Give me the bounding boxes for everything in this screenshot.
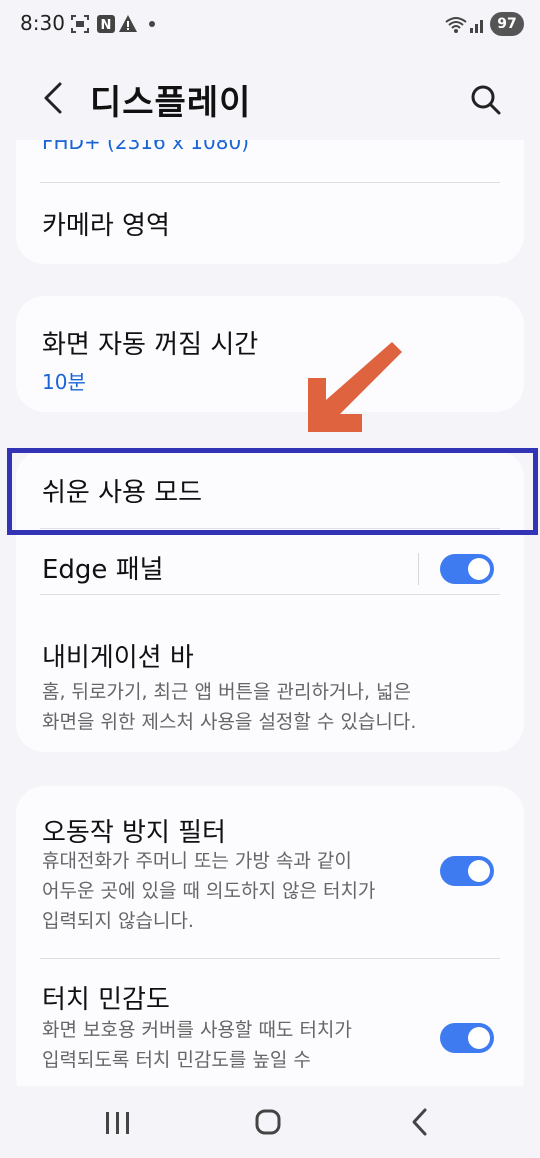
navigation-bar-item[interactable]: 내비게이션 바 홈, 뒤로가기, 최근 앱 버튼을 관리하거나, 넓은 화면을 … <box>16 595 524 752</box>
touch-sensitivity-label: 터치 민감도 <box>42 985 170 1015</box>
toggle-knob <box>468 558 490 580</box>
edge-panels-label: Edge 패널 <box>42 555 164 585</box>
accidental-touch-desc-1: 휴대전화가 주머니 또는 가방 속과 같이 <box>42 850 352 872</box>
back-button[interactable] <box>36 78 72 118</box>
system-nav-bar <box>0 1086 540 1158</box>
accidental-touch-label: 오동작 방지 필터 <box>42 818 226 848</box>
screenshot-icon <box>71 15 89 33</box>
navigation-bar-label: 내비게이션 바 <box>42 643 194 673</box>
display-card-top: FHD+ (2316 x 1080) 카메라 영역 <box>16 140 524 264</box>
screen-timeout-card[interactable]: 화면 자동 꺼짐 시간 10분 <box>16 296 524 412</box>
page-title: 디스플레이 <box>90 83 252 123</box>
battery-indicator: 97 <box>490 12 524 36</box>
news-icon: N <box>97 15 115 33</box>
touch-sensitivity-desc-1: 화면 보호용 커버를 사용할 때도 터치가 <box>42 1019 352 1041</box>
highlight-box <box>7 448 538 535</box>
arrow-down-left-icon <box>308 342 402 432</box>
toggle-knob <box>468 1027 490 1049</box>
accidental-touch-desc-3: 입력되지 않습니다. <box>42 910 194 932</box>
touch-settings-card: 오동작 방지 필터 휴대전화가 주머니 또는 가방 속과 같이 어두운 곳에 있… <box>16 786 524 1086</box>
screen-timeout-value: 10분 <box>42 370 86 394</box>
status-bar: 8:30 N 97 <box>0 0 540 48</box>
search-button[interactable] <box>466 80 506 120</box>
screen-timeout-label: 화면 자동 꺼짐 시간 <box>42 330 259 360</box>
camera-area-item[interactable]: 카메라 영역 <box>16 183 524 264</box>
navigation-bar-desc-1: 홈, 뒤로가기, 최근 앱 버튼을 관리하거나, 넓은 <box>42 681 411 703</box>
navigation-bar-desc-2: 화면을 위한 제스처 사용을 설정할 수 있습니다. <box>42 711 417 733</box>
toggle-knob <box>468 860 490 882</box>
vertical-separator <box>418 553 419 585</box>
recent-apps-icon[interactable] <box>98 1102 138 1142</box>
signal-icon <box>470 20 483 33</box>
touch-sensitivity-desc-2: 입력되도록 터치 민감도를 높일 수 <box>42 1049 311 1071</box>
accidental-touch-desc-2: 어두운 곳에 있을 때 의도하지 않은 터치가 <box>42 880 376 902</box>
status-time: 8:30 <box>20 11 65 35</box>
svg-text:N: N <box>101 18 112 33</box>
touch-sensitivity-item[interactable]: 터치 민감도 화면 보호용 커버를 사용할 때도 터치가 입력되도록 터치 민감… <box>16 959 524 1086</box>
edge-panels-item[interactable]: Edge 패널 <box>16 529 524 587</box>
edge-panels-toggle[interactable] <box>440 554 494 584</box>
wifi-icon <box>445 17 467 33</box>
accidental-touch-toggle[interactable] <box>440 856 494 886</box>
accidental-touch-item[interactable]: 오동작 방지 필터 휴대전화가 주머니 또는 가방 속과 같이 어두운 곳에 있… <box>16 786 524 956</box>
resolution-value: FHD+ (2316 x 1080) <box>42 140 250 154</box>
settings-list[interactable]: FHD+ (2316 x 1080) 카메라 영역 화면 자동 꺼짐 시간 10… <box>0 140 540 1086</box>
home-icon[interactable] <box>248 1102 288 1142</box>
touch-sensitivity-toggle[interactable] <box>440 1023 494 1053</box>
back-icon[interactable] <box>400 1102 440 1142</box>
settings-screen: 8:30 N 97 디스플레이 FHD+ (2316 x 1080) 카메라 영… <box>0 0 540 1158</box>
dot-icon <box>149 21 155 27</box>
camera-area-label: 카메라 영역 <box>42 211 170 241</box>
alert-icon <box>119 15 137 32</box>
app-header: 디스플레이 <box>0 60 540 136</box>
